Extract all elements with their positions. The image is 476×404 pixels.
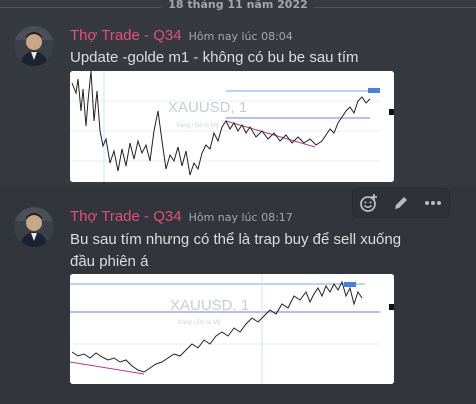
edit-pencil-icon[interactable] <box>389 191 413 215</box>
chart-watermark: XAUUSD, 1 <box>170 297 249 314</box>
divider-line-right <box>313 6 476 8</box>
date-divider: 18 tháng 11 năm 2022 <box>0 0 476 14</box>
timestamp[interactable]: Hôm nay lúc 08:17 <box>189 211 293 224</box>
message-header: Thợ Trade - Q34 Hôm nay lúc 08:17 <box>70 208 293 225</box>
avatar[interactable] <box>14 207 54 247</box>
chart-image-attachment[interactable]: XAUUSD, 1 Vàng / Đô la Mỹ <box>70 274 394 384</box>
chart-watermark-sub: Vàng / Đô la Mỹ <box>178 320 221 326</box>
more-dots-icon[interactable] <box>421 191 445 215</box>
author-name[interactable]: Thợ Trade - Q34 <box>70 27 182 44</box>
message-text-line-2: đầu phiên á <box>70 253 149 270</box>
message-action-toolbar <box>352 188 450 218</box>
message-text: Update -golde m1 - không có bu be sau tí… <box>70 49 359 66</box>
chart-watermark: XAUUSD, 1 <box>168 99 247 116</box>
chart-image-attachment[interactable]: XAUUSD, 1 Vàng / Đô la Mỹ <box>70 71 394 182</box>
date-divider-label: 18 tháng 11 năm 2022 <box>168 0 308 11</box>
author-name[interactable]: Thợ Trade - Q34 <box>70 208 182 225</box>
add-reaction-icon[interactable] <box>357 191 381 215</box>
chart-watermark-sub: Vàng / Đô la Mỹ <box>176 123 219 129</box>
message-header: Thợ Trade - Q34 Hôm nay lúc 08:04 <box>70 27 293 44</box>
timestamp[interactable]: Hôm nay lúc 08:04 <box>189 30 293 43</box>
avatar[interactable] <box>14 26 54 66</box>
message-text-line-1: Bu sau tím nhưng có thể là trap buy để s… <box>70 231 402 248</box>
divider-line-left <box>0 6 163 8</box>
